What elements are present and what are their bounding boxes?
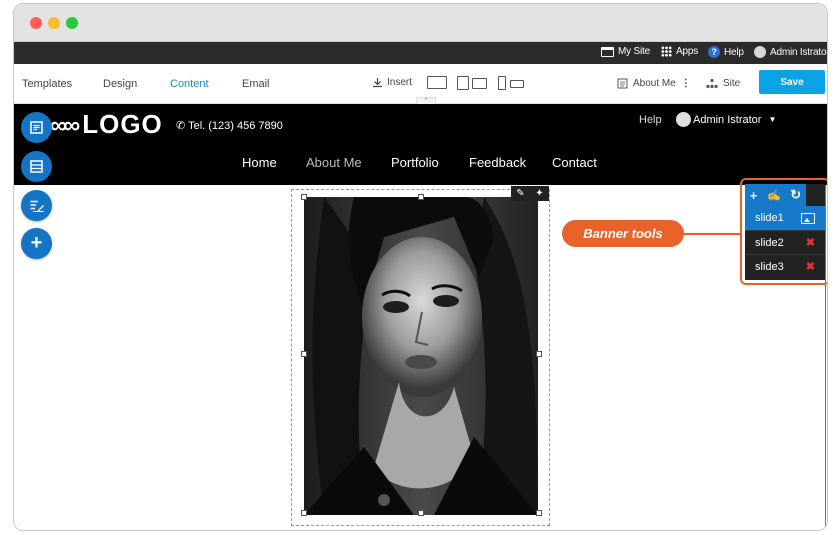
logo-infinity-icon: ∞∞ [50,112,80,139]
site-menu[interactable]: Site [706,78,740,89]
site-help-link[interactable]: Help [639,114,662,126]
add-element-button[interactable]: + [21,228,52,259]
nav-home[interactable]: Home [242,155,277,170]
close-window-button[interactable] [30,17,42,29]
logo-text: LOGO [82,109,163,139]
phone-icon: ✆ [176,120,186,132]
download-arrow-icon [373,78,382,88]
slide-row[interactable]: slide3 ✖ [745,254,825,278]
window-icon [601,46,614,57]
layout-icon [30,160,43,173]
tablet-portrait-icon[interactable] [457,76,469,90]
tab-email[interactable]: Email [242,78,270,90]
phone-portrait-icon[interactable] [498,76,506,90]
portrait-photo [304,197,538,515]
banner-tools-panel: + ✍ ↻ slide1 slide2 ✖ slide3 ✖ [745,184,825,280]
my-site-link[interactable]: My Site [601,46,650,57]
callout-connector [684,233,740,235]
resize-handle-top-left[interactable] [301,194,307,200]
edit-list-icon [30,200,44,212]
my-site-label: My Site [618,46,650,57]
magic-wand-icon[interactable]: ✍ [767,189,781,202]
element-edit-chip: ✎ ✦ [511,186,549,201]
tab-content[interactable]: Content [170,78,209,90]
delete-icon[interactable]: ✖ [806,260,815,273]
window-titlebar [14,4,827,42]
site-tree-icon [706,78,718,89]
magic-wand-icon[interactable]: ✦ [535,188,543,199]
slide-row[interactable]: slide1 [745,206,825,230]
maximize-window-button[interactable] [66,17,78,29]
edit-text-button[interactable] [21,190,52,221]
nav-about-me[interactable]: About Me [306,155,362,170]
help-label: Help [724,46,744,58]
delete-icon[interactable]: ✖ [806,236,815,249]
page-selector[interactable]: About Me ⋮ [617,78,691,89]
user-name: Admin Istrator [770,46,828,58]
image-icon[interactable] [801,212,815,224]
apps-link[interactable]: Apps [661,46,698,57]
form-icon [30,121,43,134]
site-user-menu[interactable]: Admin Istrator ▼ [676,112,776,127]
apps-grid-icon [661,46,672,57]
slide-label: slide3 [755,260,784,273]
refresh-icon[interactable]: ↻ [790,187,801,203]
resize-handle-bottom-left[interactable] [301,510,307,516]
resize-handle-left[interactable] [301,351,307,357]
tablet-landscape-icon[interactable] [472,78,487,89]
slide-label: slide2 [755,236,784,249]
slide-label: slide1 [755,212,784,224]
page-icon [617,78,628,89]
browser-window: My Site Apps ? Help Admin Istrator Templ… [13,3,828,531]
more-vertical-icon[interactable]: ⋮ [681,78,691,89]
site-user-name: Admin Istrator [693,113,762,126]
banner-tools-callout: Banner tools [562,220,684,247]
tab-design[interactable]: Design [103,78,137,90]
phone-number: Tel. (123) 456 7890 [188,120,283,132]
nav-contact[interactable]: Contact [552,155,597,170]
admin-bar: My Site Apps ? Help Admin Istrator [14,42,827,64]
apps-label: Apps [676,46,698,57]
add-slide-icon[interactable]: + [750,188,758,203]
nav-portfolio[interactable]: Portfolio [391,155,439,170]
phone-landscape-icon[interactable] [510,80,524,88]
help-icon: ? [708,46,720,58]
banner-image[interactable] [304,197,538,515]
site-user-avatar [676,112,691,127]
layout-button[interactable] [21,151,52,182]
page-settings-button[interactable] [21,112,52,143]
minimize-window-button[interactable] [48,17,60,29]
phone-contact: ✆ Tel. (123) 456 7890 [176,119,283,132]
resize-handle-bottom[interactable] [418,510,424,516]
insert-label: Insert [387,77,413,88]
site-logo[interactable]: ∞∞ LOGO [50,109,163,140]
help-link[interactable]: ? Help [708,46,744,58]
site-header: ∞∞ LOGO ✆ Tel. (123) 456 7890 Help Admin … [14,104,827,185]
resize-handle-top[interactable] [418,194,424,200]
save-button[interactable]: Save [759,70,825,94]
resize-handle-bottom-right[interactable] [536,510,542,516]
page-label: About Me [633,78,676,89]
tab-templates[interactable]: Templates [22,78,72,90]
nav-feedback[interactable]: Feedback [469,155,526,170]
caret-down-icon: ▼ [768,115,777,124]
brush-icon[interactable]: ✎ [516,188,524,199]
desktop-view-icon[interactable] [427,76,447,89]
resize-handle-right[interactable] [536,351,542,357]
insert-button[interactable]: Insert [372,77,412,88]
user-avatar-icon [754,46,766,58]
site-label: Site [723,78,741,89]
banner-tools-header: + ✍ ↻ [745,184,806,206]
plus-icon: + [30,232,43,254]
slide-row[interactable]: slide2 ✖ [745,230,825,254]
user-menu[interactable]: Admin Istrator [754,46,828,58]
